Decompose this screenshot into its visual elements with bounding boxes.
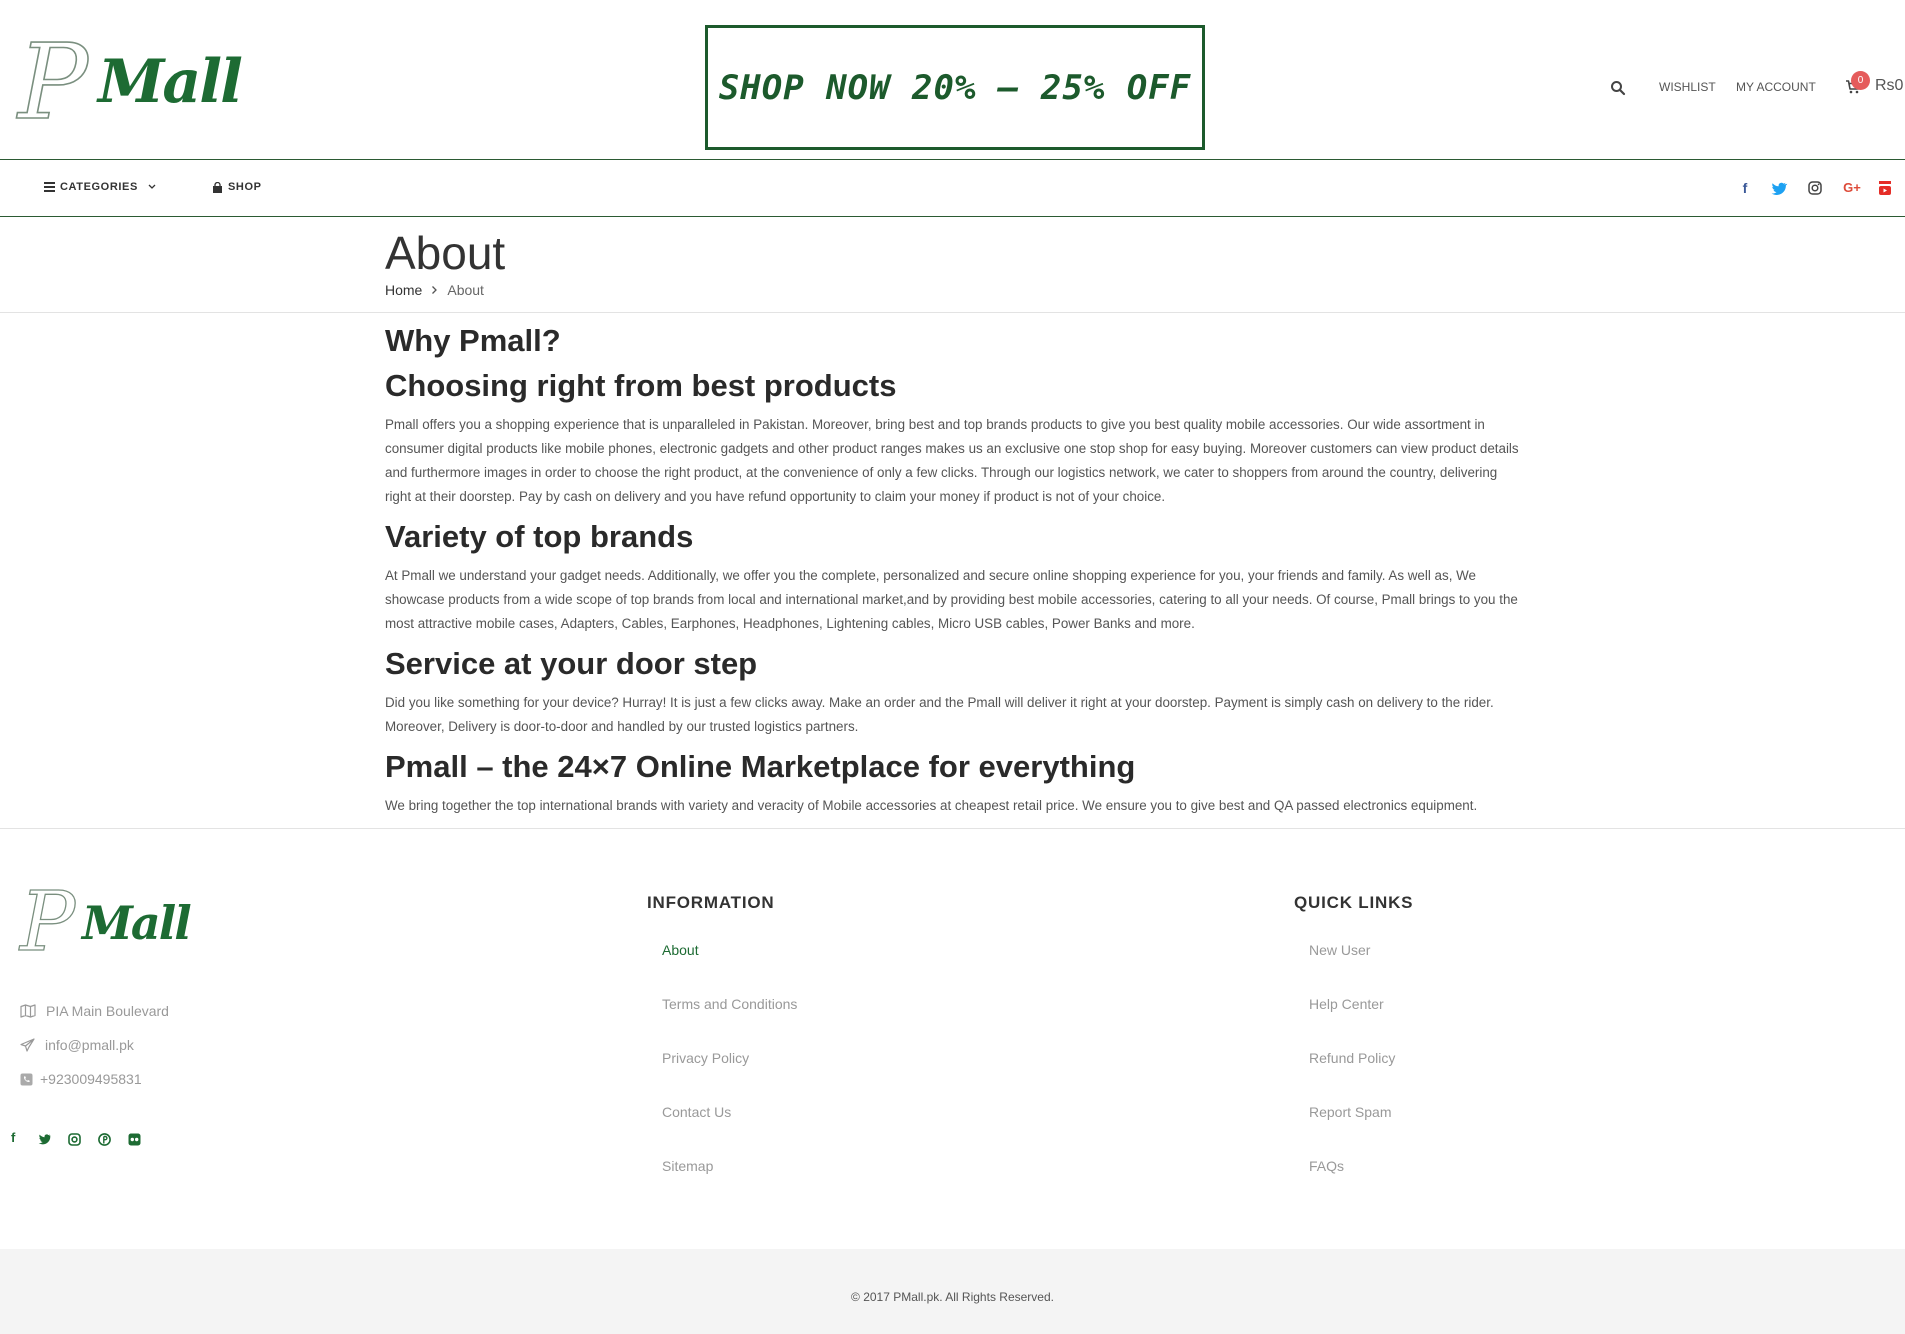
section-heading: Choosing right from best products <box>385 368 897 403</box>
page-title: About <box>385 227 506 279</box>
footer-link-help-center[interactable]: Help Center <box>1309 996 1384 1012</box>
address-text: PIA Main Boulevard <box>46 1003 169 1019</box>
categories-menu[interactable]: CATEGORIES <box>44 181 157 193</box>
search-icon[interactable] <box>1610 80 1626 96</box>
paper-plane-icon <box>20 1038 35 1052</box>
about-content: Why Pmall? Choosing right from best prod… <box>385 320 1520 825</box>
shop-link[interactable]: SHOP <box>212 181 262 193</box>
information-heading: INFORMATION <box>647 893 775 912</box>
breadcrumb: Home About <box>385 282 484 298</box>
section-heading-why: Why Pmall? <box>385 323 561 358</box>
logo-word-mall: Mall <box>98 47 243 117</box>
cart-total[interactable]: Rs0 <box>1875 77 1903 95</box>
facebook-icon[interactable]: f <box>1736 179 1754 197</box>
youtube-icon[interactable] <box>1876 179 1894 197</box>
copyright-bar: © 2017 PMall.pk. All Rights Reserved. <box>0 1249 1905 1334</box>
categories-label: CATEGORIES <box>60 181 138 193</box>
section-heading: Variety of top brands <box>385 519 694 554</box>
footer-link-sitemap[interactable]: Sitemap <box>662 1158 713 1174</box>
quick-links-heading: QUICK LINKS <box>1294 893 1414 912</box>
twitter-icon[interactable] <box>38 1133 51 1145</box>
section-text: At Pmall we understand your gadget needs… <box>385 568 1518 631</box>
footer-link-refund-policy[interactable]: Refund Policy <box>1309 1050 1395 1066</box>
google-plus-icon[interactable]: G+ <box>1840 179 1864 197</box>
section-text: Pmall offers you a shopping experience t… <box>385 417 1519 504</box>
footer-link-report-spam[interactable]: Report Spam <box>1309 1104 1391 1120</box>
main-nav: CATEGORIES SHOP f G+ <box>0 161 1905 217</box>
section-heading: Pmall – the 24×7 Online Marketplace for … <box>385 749 1136 784</box>
footer-logo-word-mall: Mall <box>82 896 192 950</box>
copyright-text: © 2017 PMall.pk. All Rights Reserved. <box>851 1290 1054 1304</box>
footer-link-new-user[interactable]: New User <box>1309 942 1370 958</box>
footer-logo[interactable]: P Mall <box>19 881 191 971</box>
shop-label: SHOP <box>228 181 262 193</box>
cart-count-badge: 0 <box>1851 71 1870 90</box>
phone-text: +923009495831 <box>40 1071 142 1087</box>
footer-link-contact[interactable]: Contact Us <box>662 1104 731 1120</box>
shopping-bag-icon <box>213 181 222 193</box>
footer-link-privacy[interactable]: Privacy Policy <box>662 1050 749 1066</box>
chevron-right-icon <box>432 286 438 294</box>
footer-link-faqs[interactable]: FAQs <box>1309 1158 1344 1174</box>
map-icon <box>20 1004 36 1018</box>
flickr-icon[interactable] <box>128 1133 141 1146</box>
pinterest-icon[interactable] <box>98 1133 111 1146</box>
page-title-area: About Home About <box>0 218 1905 313</box>
email-text: info@pmall.pk <box>45 1037 134 1053</box>
footer-phone[interactable]: +923009495831 <box>20 1071 142 1087</box>
section-text: We bring together the top international … <box>385 798 1478 813</box>
logo-letter-p: P <box>17 21 89 143</box>
footer-link-terms[interactable]: Terms and Conditions <box>662 996 797 1012</box>
site-header: P Mall SHOP NOW 20% – 25% OFF WISHLIST M… <box>0 0 1905 160</box>
promo-banner-text: SHOP NOW 20% – 25% OFF <box>718 67 1192 108</box>
breadcrumb-current: About <box>447 282 484 298</box>
facebook-icon[interactable]: f <box>11 1130 15 1145</box>
phone-icon <box>20 1073 33 1085</box>
section-text: Did you like something for your device? … <box>385 695 1494 734</box>
section-heading: Service at your door step <box>385 646 758 681</box>
footer-email[interactable]: info@pmall.pk <box>20 1037 134 1053</box>
instagram-icon[interactable] <box>68 1133 81 1146</box>
promo-banner[interactable]: SHOP NOW 20% – 25% OFF <box>705 25 1205 150</box>
site-logo[interactable]: P Mall <box>17 29 243 142</box>
content-divider <box>0 828 1905 829</box>
footer-address: PIA Main Boulevard <box>20 1003 169 1019</box>
my-account-link[interactable]: MY ACCOUNT <box>1736 80 1816 94</box>
wishlist-link[interactable]: WISHLIST <box>1659 80 1716 94</box>
footer-link-about[interactable]: About <box>662 942 699 958</box>
breadcrumb-home[interactable]: Home <box>385 282 422 298</box>
instagram-icon[interactable] <box>1806 179 1824 197</box>
twitter-icon[interactable] <box>1771 179 1789 197</box>
chevron-down-icon <box>148 184 156 189</box>
footer-logo-letter-p: P <box>19 875 76 970</box>
hamburger-icon <box>44 182 55 192</box>
